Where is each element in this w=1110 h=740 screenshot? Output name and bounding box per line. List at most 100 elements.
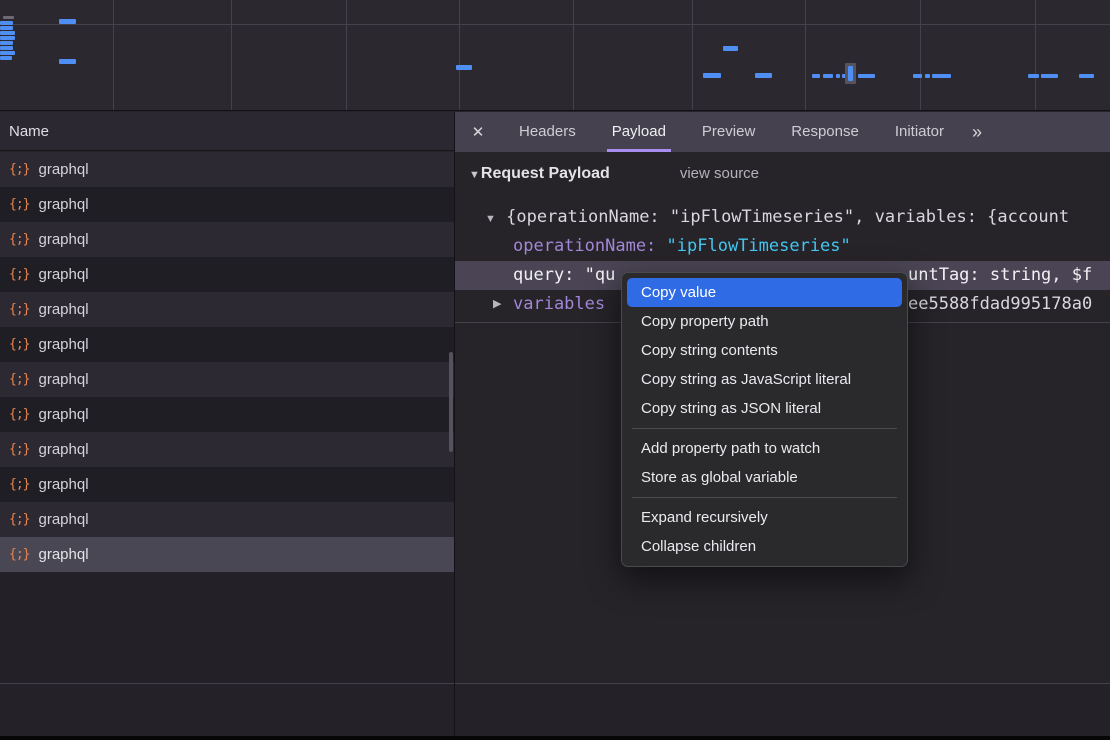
request-name: graphql (38, 161, 88, 178)
menu-item-copy-string-json-literal[interactable]: Copy string as JSON literal (627, 394, 902, 423)
overview-gridline (231, 0, 232, 110)
overview-horizontal-gridline (0, 24, 1110, 25)
devtools-window: Name ✕ Headers Payload Preview Response … (0, 0, 1110, 740)
property-key: query: (513, 265, 585, 285)
request-row[interactable]: {;} graphql (0, 362, 454, 397)
timeline-bar (848, 66, 853, 81)
request-name: graphql (38, 336, 88, 353)
network-overview[interactable] (0, 0, 1110, 111)
overview-gridline (346, 0, 347, 110)
property-value-right-fragment: ee5588fdad995178a0 (908, 290, 1092, 319)
timeline-bar (0, 51, 15, 55)
json-braces-icon: {;} (9, 267, 29, 282)
tab-response[interactable]: Response (786, 112, 864, 152)
timeline-bar (0, 21, 13, 25)
request-row[interactable]: {;} graphql (0, 152, 454, 187)
json-braces-icon: {;} (9, 232, 29, 247)
tab-initiator[interactable]: Initiator (890, 112, 949, 152)
request-row[interactable]: {;} graphql (0, 397, 454, 432)
double-chevron-icon: » (972, 122, 981, 142)
timeline-bar (836, 74, 840, 78)
overview-gridline (692, 0, 693, 110)
request-row[interactable]: {;} graphql (0, 502, 454, 537)
list-scrollbar-thumb[interactable] (449, 352, 453, 452)
json-braces-icon: {;} (9, 197, 29, 212)
request-name: graphql (38, 371, 88, 388)
request-row[interactable]: {;} graphql (0, 222, 454, 257)
json-braces-icon: {;} (9, 442, 29, 457)
json-braces-icon: {;} (9, 162, 29, 177)
request-row[interactable]: {;} graphql (0, 257, 454, 292)
timeline-bar (925, 74, 930, 78)
statusbar (0, 684, 1110, 736)
tab-headers[interactable]: Headers (514, 112, 581, 152)
timeline-bar (1028, 74, 1039, 78)
request-row[interactable]: {;} graphql (0, 432, 454, 467)
menu-separator (632, 497, 897, 498)
request-row[interactable]: {;} graphql (0, 467, 454, 502)
json-braces-icon: {;} (9, 512, 29, 527)
overview-gridline (920, 0, 921, 110)
request-name: graphql (38, 406, 88, 423)
payload-root-row[interactable]: ▼ {operationName: "ipFlowTimeseries", va… (455, 203, 1110, 232)
timeline-bar (823, 74, 833, 78)
json-braces-icon: {;} (9, 302, 29, 317)
property-value-left-fragment: "qu (585, 265, 616, 285)
request-name: graphql (38, 196, 88, 213)
request-name: graphql (38, 546, 88, 563)
request-list: {;} graphql {;} graphql {;} graphql {;} … (0, 152, 454, 572)
overview-gridline (805, 0, 806, 110)
request-payload-section-header: ▼ Request Payload view source (469, 165, 759, 183)
expanded-triangle-icon[interactable]: ▼ (485, 213, 496, 225)
overview-gridline (459, 0, 460, 110)
menu-item-copy-string-js-literal[interactable]: Copy string as JavaScript literal (627, 365, 902, 394)
request-name: graphql (38, 441, 88, 458)
request-row[interactable]: {;} graphql (0, 187, 454, 222)
request-row[interactable]: {;} graphql (0, 292, 454, 327)
view-source-link[interactable]: view source (680, 165, 759, 182)
timeline-bar (812, 74, 820, 78)
request-row-selected[interactable]: {;} graphql (0, 537, 454, 572)
property-key: variables (513, 294, 605, 314)
collapse-triangle-icon[interactable]: ▼ (469, 169, 480, 181)
json-braces-icon: {;} (9, 407, 29, 422)
menu-item-copy-value[interactable]: Copy value (627, 278, 902, 307)
timeline-bar (0, 56, 12, 60)
name-column-label: Name (9, 123, 49, 140)
timeline-bar (3, 16, 14, 19)
menu-item-copy-property-path[interactable]: Copy property path (627, 307, 902, 336)
json-braces-icon: {;} (9, 477, 29, 492)
timeline-bar (755, 73, 772, 78)
menu-item-copy-string-contents[interactable]: Copy string contents (627, 336, 902, 365)
name-column-header[interactable]: Name (0, 112, 454, 151)
request-name: graphql (38, 266, 88, 283)
overview-gridline (113, 0, 114, 110)
panel-divider[interactable] (454, 112, 455, 736)
request-name: graphql (38, 476, 88, 493)
tab-payload[interactable]: Payload (607, 112, 671, 152)
menu-item-expand-recursively[interactable]: Expand recursively (627, 503, 902, 532)
request-row[interactable]: {;} graphql (0, 327, 454, 362)
timeline-bar (0, 36, 15, 40)
request-list-empty-area (0, 572, 454, 683)
timeline-bar (59, 59, 76, 64)
timeline-bar (456, 65, 472, 70)
timeline-bar (1079, 74, 1094, 78)
details-tabbar: ✕ Headers Payload Preview Response Initi… (455, 112, 1110, 152)
menu-item-store-as-global-variable[interactable]: Store as global variable (627, 463, 902, 492)
payload-object-preview: {operationName: "ipFlowTimeseries", vari… (506, 207, 1069, 227)
close-details-button[interactable]: ✕ (455, 123, 501, 141)
timeline-bar (0, 41, 13, 45)
tab-preview[interactable]: Preview (697, 112, 760, 152)
menu-item-collapse-children[interactable]: Collapse children (627, 532, 902, 561)
timeline-bar (0, 31, 15, 35)
property-value-right-fragment: untTag: string, $f (908, 261, 1092, 290)
collapsed-triangle-icon[interactable]: ▶ (493, 290, 501, 319)
timeline-bar (932, 74, 951, 78)
section-title: Request Payload (481, 165, 610, 183)
more-tabs-button[interactable]: » (972, 122, 981, 143)
timeline-bar (0, 26, 13, 30)
operation-name-row[interactable]: operationName: "ipFlowTimeseries" (455, 232, 1110, 261)
menu-item-add-property-path-to-watch[interactable]: Add property path to watch (627, 434, 902, 463)
overview-gridline (573, 0, 574, 110)
